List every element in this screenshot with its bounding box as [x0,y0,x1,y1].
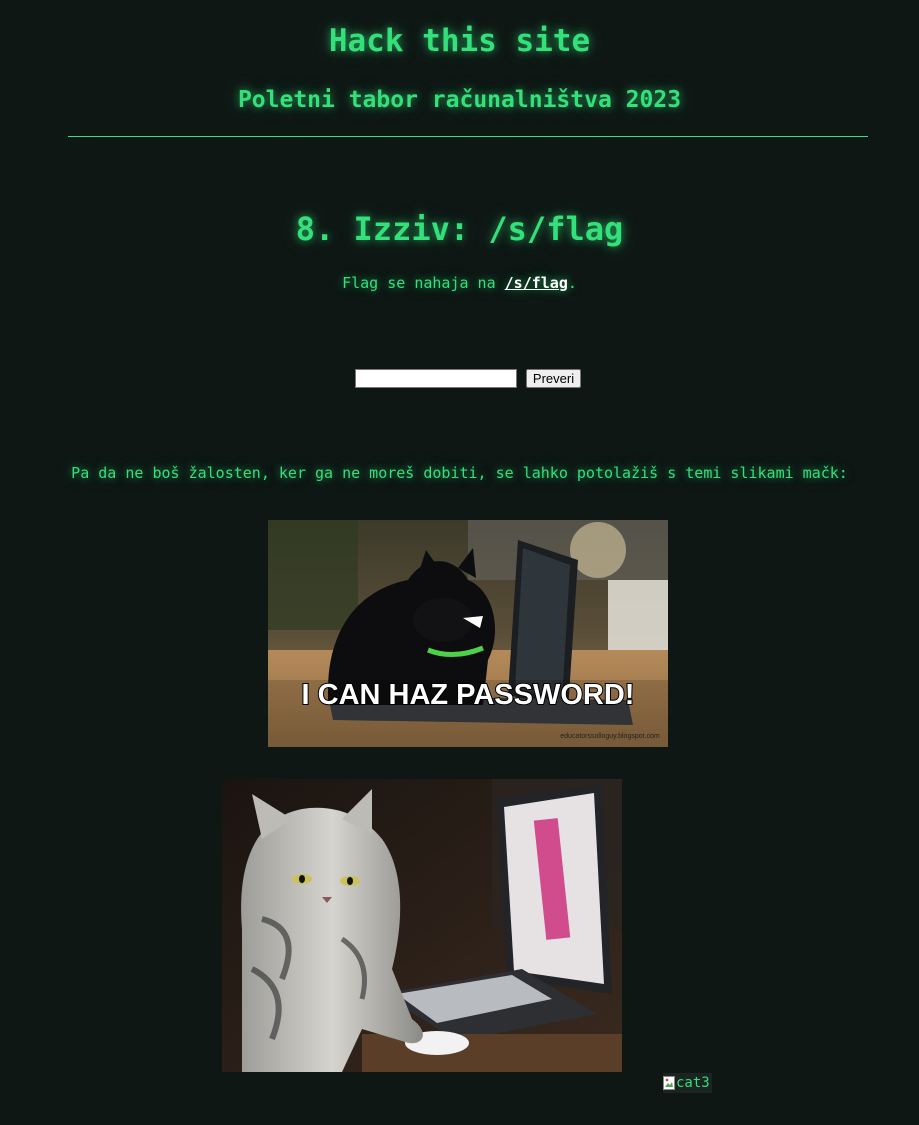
site-title: Hack this site [328,23,591,59]
header-divider [68,136,868,137]
flag-link[interactable]: /s/flag [505,274,568,292]
site-subtitle: Poletni tabor računalništva 2023 [237,87,682,113]
challenge-description-suffix: . [567,274,577,292]
consolation-text: Pa da ne boš žalosten, ker ga ne moreš d… [71,464,848,482]
broken-image-icon [663,1076,675,1090]
challenge-title: 8. Izziv: /s/flag [295,210,624,248]
flag-input[interactable] [355,369,517,388]
challenge-description-prefix: Flag se nahaja na [342,274,505,292]
cat-image-1-caption: I CAN HAZ PASSWORD! [302,679,635,711]
cat-image-1-watermark: educatorssolloguy.blogspot.com [560,733,660,740]
check-button[interactable]: Preveri [526,369,581,388]
cat-image-3-broken: cat3 [663,1073,712,1093]
cat-image-3-alt-text: cat3 [676,1075,710,1091]
cat-image-1: I CAN HAZ PASSWORD! educatorssolloguy.bl… [268,520,668,747]
challenge-description: Flag se nahaja na /s/flag. [0,273,919,293]
cat-image-2 [222,779,622,1072]
